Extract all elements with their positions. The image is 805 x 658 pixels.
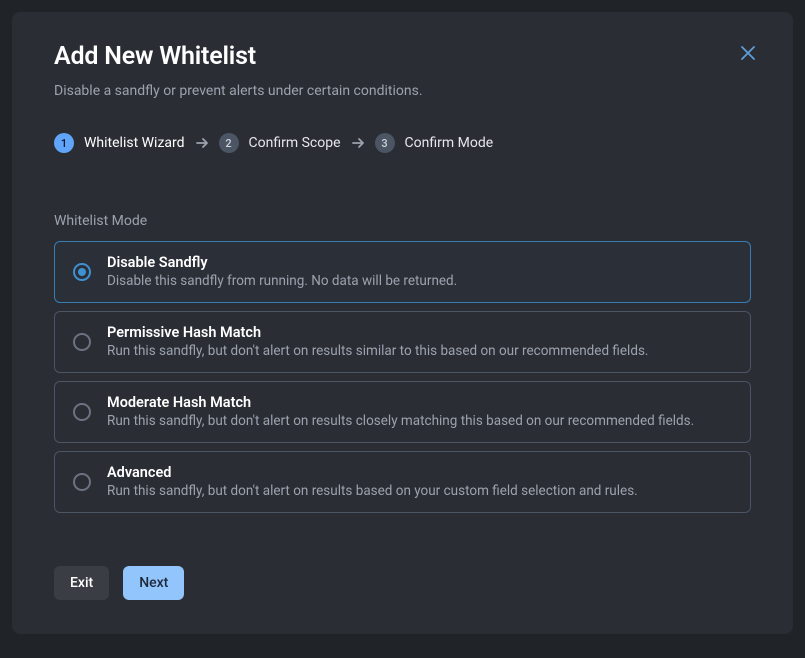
- close-button[interactable]: [739, 44, 757, 62]
- dialog-footer: Exit Next: [54, 566, 751, 600]
- option-title: Moderate Hash Match: [107, 394, 694, 411]
- option-desc: Disable this sandfly from running. No da…: [107, 273, 457, 289]
- option-title: Disable Sandfly: [107, 254, 457, 271]
- chevron-right-icon: [195, 136, 209, 150]
- chevron-right-icon: [351, 136, 365, 150]
- next-button[interactable]: Next: [123, 566, 184, 600]
- step-badge: 3: [375, 133, 395, 153]
- radio-icon: [73, 263, 91, 281]
- step-label: Whitelist Wizard: [84, 135, 185, 151]
- option-title: Permissive Hash Match: [107, 324, 648, 341]
- option-desc: Run this sandfly, but don't alert on res…: [107, 343, 648, 359]
- section-label: Whitelist Mode: [54, 213, 751, 229]
- option-text: Permissive Hash Match Run this sandfly, …: [107, 324, 648, 359]
- option-disable-sandfly[interactable]: Disable Sandfly Disable this sandfly fro…: [54, 241, 751, 303]
- option-text: Moderate Hash Match Run this sandfly, bu…: [107, 394, 694, 429]
- step-label: Confirm Scope: [249, 135, 341, 151]
- exit-button[interactable]: Exit: [54, 566, 109, 600]
- dialog-title: Add New Whitelist: [54, 42, 256, 71]
- step-confirm-mode[interactable]: 3 Confirm Mode: [375, 133, 494, 153]
- step-badge: 2: [219, 133, 239, 153]
- mode-options: Disable Sandfly Disable this sandfly fro…: [54, 241, 751, 513]
- stepper: 1 Whitelist Wizard 2 Confirm Scope 3 Con…: [54, 133, 751, 153]
- close-icon: [739, 44, 757, 62]
- radio-icon: [73, 333, 91, 351]
- option-advanced[interactable]: Advanced Run this sandfly, but don't ale…: [54, 451, 751, 513]
- option-title: Advanced: [107, 464, 638, 481]
- radio-icon: [73, 473, 91, 491]
- add-whitelist-dialog: Add New Whitelist Disable a sandfly or p…: [12, 12, 793, 634]
- option-desc: Run this sandfly, but don't alert on res…: [107, 413, 694, 429]
- option-desc: Run this sandfly, but don't alert on res…: [107, 483, 638, 499]
- step-label: Confirm Mode: [405, 135, 494, 151]
- option-text: Disable Sandfly Disable this sandfly fro…: [107, 254, 457, 289]
- option-text: Advanced Run this sandfly, but don't ale…: [107, 464, 638, 499]
- step-whitelist-wizard[interactable]: 1 Whitelist Wizard: [54, 133, 185, 153]
- step-badge: 1: [54, 133, 74, 153]
- radio-icon: [73, 403, 91, 421]
- option-permissive-hash-match[interactable]: Permissive Hash Match Run this sandfly, …: [54, 311, 751, 373]
- dialog-header: Add New Whitelist: [54, 42, 751, 71]
- step-confirm-scope[interactable]: 2 Confirm Scope: [219, 133, 341, 153]
- option-moderate-hash-match[interactable]: Moderate Hash Match Run this sandfly, bu…: [54, 381, 751, 443]
- dialog-subtitle: Disable a sandfly or prevent alerts unde…: [54, 83, 751, 99]
